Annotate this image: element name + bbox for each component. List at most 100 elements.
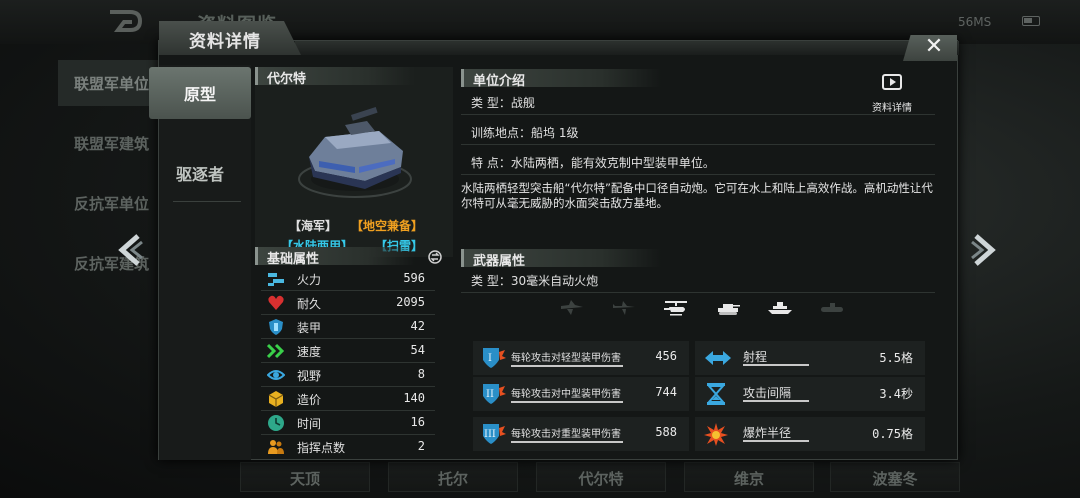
stat-label: 耐久: [297, 297, 322, 311]
stat-row: 耐久 2095: [261, 291, 435, 315]
damage-light-row: I 每轮攻击对轻型装甲伤害 456: [473, 341, 689, 375]
ship-icon: [767, 299, 793, 317]
interval-label: 攻击间隔: [743, 386, 792, 400]
damage-label: 每轮攻击对重型装甲伤害: [511, 429, 621, 440]
dialog-title: 资料详情: [159, 21, 301, 55]
tag-capability: 【地空兼备】: [351, 219, 424, 233]
stat-row: 时间 16: [261, 411, 435, 435]
stat-row: 装甲 42: [261, 315, 435, 339]
intro-key: 类 型：: [471, 96, 511, 110]
next-arrow-icon[interactable]: [964, 232, 1000, 268]
armor-medium-icon: II: [481, 382, 507, 406]
svg-text:III: III: [484, 429, 496, 440]
unit-model-image: [295, 101, 415, 201]
range-value: 5.5格: [879, 351, 913, 365]
variant-tabs: 原型 驱逐者: [149, 65, 251, 460]
jet-icon: [559, 299, 585, 317]
close-button[interactable]: ✕: [903, 35, 957, 61]
damage-medium-row: II 每轮攻击对中型装甲伤害 744: [473, 377, 689, 411]
range-bar: [743, 364, 809, 366]
stat-value: 596: [403, 271, 425, 285]
damage-bar: [511, 365, 623, 367]
command-points-icon: [267, 438, 285, 456]
svg-text:II: II: [486, 389, 494, 400]
back-logo-icon[interactable]: [104, 8, 144, 34]
stat-value: 42: [410, 319, 425, 333]
intro-row-training: 训练地点：船坞 1级: [461, 119, 935, 145]
intro-row-type: 类 型：战舰: [461, 89, 935, 115]
target-types: [559, 299, 849, 319]
unit-nav-item[interactable]: 维京: [684, 462, 814, 492]
unit-nav-item[interactable]: 托尔: [388, 462, 518, 492]
interval-value: 3.4秒: [879, 387, 913, 401]
stat-row: 造价 140: [261, 387, 435, 411]
prev-arrow-icon[interactable]: [114, 232, 150, 268]
unit-preview-panel: 代尔特 【海军】 【地空兼备】 【水陆两用】 【扫雷】: [255, 67, 453, 257]
blast-radius-bar: [743, 440, 809, 442]
blast-radius-row: 爆炸半径 0.75格: [695, 417, 925, 451]
submarine-icon: [819, 299, 845, 317]
unit-nav: 天顶 托尔 代尔特 维京 波塞冬: [240, 462, 960, 492]
weapon-type-row: 类 型：30毫米自动火炮: [461, 267, 935, 293]
category-item[interactable]: 反抗军建筑: [58, 240, 168, 286]
stat-value: 16: [410, 415, 425, 429]
damage-bar: [511, 401, 623, 403]
damage-value: 456: [655, 349, 677, 363]
hourglass-icon: [703, 382, 729, 406]
armor-heavy-icon: III: [481, 422, 507, 446]
ping-status: 56MS: [958, 15, 992, 29]
blast-radius-value: 0.75格: [872, 427, 913, 441]
unit-description: 水陆两栖轻型突击船“代尔特”配备中口径自动炮。它可在水上和陆上高效作战。高机动性…: [461, 181, 933, 210]
eye-icon: [266, 366, 286, 384]
speed-chevrons-icon: [266, 342, 285, 360]
intro-value: 船坞 1级: [531, 126, 579, 140]
range-row: 射程 5.5格: [695, 341, 925, 375]
stat-value: 8: [417, 367, 425, 381]
range-arrows-icon: [703, 346, 731, 370]
blast-radius-label: 爆炸半径: [743, 426, 792, 440]
category-nav: 联盟军单位 联盟军建筑 反抗军单位 反抗军建筑: [58, 60, 168, 460]
stat-row: 火力 596: [261, 267, 435, 291]
tag-faction: 【海军】: [289, 219, 338, 233]
unit-intro-title: 单位介绍: [461, 69, 661, 89]
intro-row-feature: 特 点：水陆两栖，能有效克制中型装甲单位。: [461, 149, 935, 175]
unit-nav-item[interactable]: 天顶: [240, 462, 370, 492]
armor-light-icon: I: [481, 346, 507, 370]
intro-key: 训练地点：: [471, 126, 532, 140]
cost-cube-icon: [267, 390, 285, 408]
damage-value: 744: [655, 385, 677, 399]
unit-detail-dialog: 资料详情 ✕ 原型 驱逐者 代尔特 【海军】 【地空兼备】 【水陆两用】 【扫雷…: [149, 21, 959, 460]
stat-label: 造价: [297, 393, 322, 407]
interval-row: 攻击间隔 3.4秒: [695, 377, 925, 411]
toggle-stats-icon[interactable]: [427, 249, 443, 265]
stat-label: 装甲: [297, 321, 322, 335]
stat-value: 2095: [396, 295, 425, 309]
stat-row: 指挥点数 2: [261, 435, 435, 459]
base-stats-panel: 基础属性 火力 596 耐久 2095 装甲 42 速度 54 视野 8 造价 …: [255, 247, 443, 459]
plane-icon: [611, 299, 637, 317]
damage-heavy-row: III 每轮攻击对重型装甲伤害 588: [473, 417, 689, 451]
damage-value: 588: [655, 425, 677, 439]
tank-icon: [715, 299, 741, 317]
weapon-type-value: 30毫米自动火炮: [510, 274, 599, 288]
unit-nav-item[interactable]: 代尔特: [536, 462, 666, 492]
stat-label: 时间: [297, 417, 322, 431]
heart-icon: [267, 294, 285, 312]
stat-label: 速度: [297, 345, 322, 359]
weapon-title: 武器属性: [461, 249, 661, 269]
weapon-type-key: 类 型：: [471, 274, 511, 288]
unit-nav-item[interactable]: 波塞冬: [830, 462, 960, 492]
svg-text:I: I: [488, 353, 492, 364]
stat-label: 视野: [297, 369, 322, 383]
intro-value: 水陆两栖，能有效克制中型装甲单位。: [510, 156, 715, 170]
stat-label: 指挥点数: [297, 441, 346, 455]
shield-icon: [267, 318, 285, 336]
tab-variant-destroyer[interactable]: 驱逐者: [149, 147, 251, 199]
firepower-icon: [267, 270, 285, 288]
divider: [173, 201, 241, 202]
stat-row: 视野 8: [261, 363, 435, 387]
stat-label: 火力: [297, 273, 322, 287]
dialog-header-strip: [295, 41, 959, 55]
explosion-icon: [703, 422, 729, 446]
tab-variant-prototype[interactable]: 原型: [149, 67, 251, 119]
